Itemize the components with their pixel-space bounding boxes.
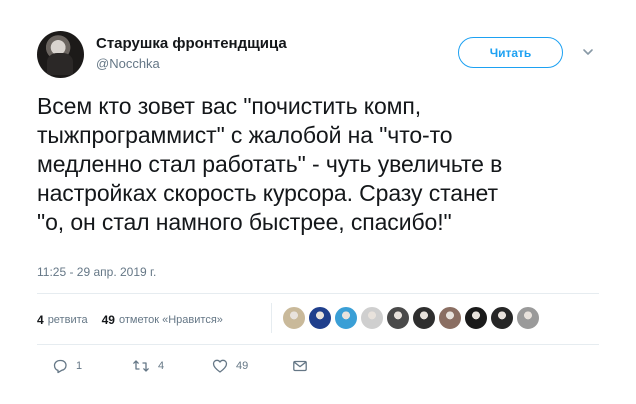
message-button[interactable] [292,358,308,374]
liker-avatar[interactable] [438,306,462,330]
retweet-button[interactable]: 4 [132,358,212,374]
retweet-count: 4 [158,360,165,372]
likes-label: отметок «Нравится» [118,314,223,326]
caret-down-icon[interactable] [581,45,595,59]
tweet-text: Всем кто зовет вас "почистить комп, тыжп… [37,93,503,235]
reply-count: 1 [76,360,83,372]
retweet-icon [133,360,149,372]
liker-avatar[interactable] [334,306,358,330]
reply-button[interactable]: 1 [52,358,132,374]
follow-button[interactable]: Читать [458,37,563,68]
message-icon [293,360,307,372]
liker-avatar[interactable] [386,306,410,330]
liker-avatar[interactable] [490,306,514,330]
reply-icon [53,359,67,374]
tweet-timestamp[interactable]: 11:25 - 29 апр. 2019 г. [37,265,156,279]
like-count: 49 [236,360,249,372]
tweet-actions: 1 4 49 [52,358,308,374]
divider [37,344,599,345]
retweets-label: ретвита [47,314,88,326]
liker-avatar[interactable] [282,306,306,330]
liker-avatar[interactable] [360,306,384,330]
author-handle[interactable]: @Nocchka [96,56,160,71]
avatar[interactable] [37,31,84,78]
like-button[interactable]: 49 [212,358,292,374]
liker-avatar[interactable] [308,306,332,330]
liker-avatar[interactable] [412,306,436,330]
like-icon [212,359,228,373]
tweet-stats: 4 ретвита 49 отметок «Нравится» [37,313,237,327]
liker-avatar[interactable] [516,306,540,330]
likers-avatars [282,306,542,330]
author-name[interactable]: Старушка фронтендщица [96,35,287,52]
divider [37,293,599,294]
liker-avatar[interactable] [464,306,488,330]
likes-stat[interactable]: 49 отметок «Нравится» [102,313,223,327]
stats-separator [271,303,272,333]
likes-count: 49 [101,313,115,327]
retweets-stat[interactable]: 4 ретвита [37,313,88,327]
retweets-count: 4 [37,313,44,327]
tweet-card: Старушка фронтендщица @Nocchka Читать Вс… [0,0,636,404]
